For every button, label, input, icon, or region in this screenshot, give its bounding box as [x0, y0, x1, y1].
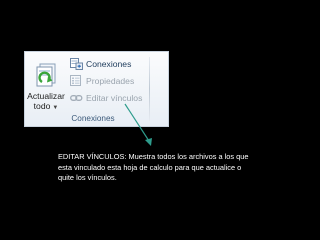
properties-button[interactable]: Propiedades — [70, 73, 168, 89]
refresh-all-label-line1: Actualizar — [27, 91, 65, 101]
connections-icon — [70, 58, 83, 70]
edit-links-icon — [70, 95, 83, 101]
refresh-all-button[interactable]: Actualizar todo ▼ — [26, 60, 66, 122]
edit-links-button[interactable]: Editar vínculos — [70, 90, 168, 106]
connections-label: Conexiones — [86, 59, 132, 69]
properties-label: Propiedades — [86, 76, 135, 86]
refresh-all-icon — [36, 63, 56, 87]
connections-button[interactable]: Conexiones — [70, 56, 168, 72]
refresh-all-label-line2: todo — [33, 101, 51, 111]
data-connections-ribbon-group: Actualizar todo ▼ Conexiones Propiedades… — [24, 51, 169, 127]
group-separator — [149, 57, 150, 121]
connections-commands: Conexiones Propiedades Editar vínculos — [70, 56, 168, 107]
edit-links-label: Editar vínculos — [86, 93, 143, 103]
properties-icon — [70, 75, 81, 86]
description-caption: EDITAR VÍNCULOS: Muestra todos los archi… — [58, 152, 249, 182]
group-label: Conexiones — [71, 114, 115, 123]
dropdown-caret-icon: ▼ — [52, 105, 59, 111]
